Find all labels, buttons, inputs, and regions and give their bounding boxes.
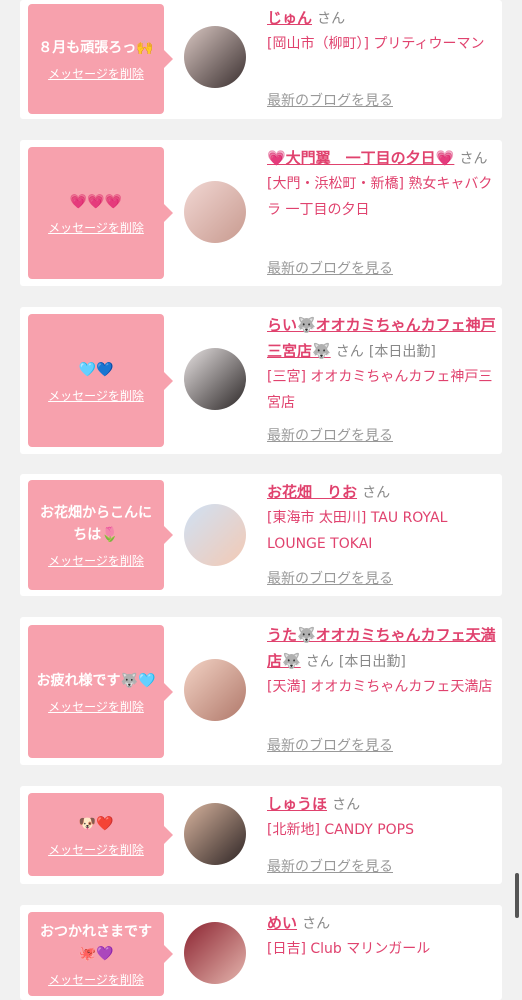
message-text: おつかれさまです🐙💜 [40, 924, 152, 962]
cast-name-link[interactable]: めい [267, 914, 297, 932]
message-text: お疲れ様です🐺🩵 [36, 672, 156, 689]
delete-message-link[interactable]: メッセージを削除 [48, 973, 144, 987]
shop-link[interactable]: [日吉] Club マリンガール [267, 936, 497, 962]
shop-link[interactable]: [大門・浜松町・新橋] 熟女キャバクラ 一丁目の夕日 [267, 171, 497, 223]
avatar[interactable] [184, 659, 246, 721]
message-bubble: 🐶❤️ メッセージを削除 [28, 793, 173, 876]
delete-message-link[interactable]: メッセージを削除 [48, 221, 144, 235]
cast-name-link[interactable]: じゅん [267, 9, 312, 27]
message-bubble: お花畑からこんにちは🌷 メッセージを削除 [28, 480, 173, 590]
delete-message-link[interactable]: メッセージを削除 [48, 389, 144, 403]
shop-link[interactable]: [北新地] CANDY POPS [267, 817, 497, 843]
latest-blog-link[interactable]: 最新のブログを見る [267, 856, 393, 876]
attendance-status: [本日出勤] [368, 344, 436, 360]
avatar[interactable] [184, 26, 246, 88]
delete-message-link[interactable]: メッセージを削除 [48, 67, 144, 81]
shop-link[interactable]: [天満] オオカミちゃんカフェ天満店 [267, 674, 497, 700]
latest-blog-link[interactable]: 最新のブログを見る [267, 425, 393, 445]
honorific: さん [459, 151, 488, 167]
latest-blog-link[interactable]: 最新のブログを見る [267, 90, 393, 110]
honorific: さん [302, 916, 331, 932]
honorific: さん [335, 344, 364, 360]
message-card: 🐶❤️ メッセージを削除 しゅうほ さん [北新地] CANDY POPS 最新… [20, 786, 502, 884]
avatar[interactable] [184, 181, 246, 243]
message-bubble: おつかれさまです🐙💜 メッセージを削除 [28, 912, 173, 996]
shop-link[interactable]: [三宮] オオカミちゃんカフェ神戸三宮店 [267, 364, 497, 416]
message-card: お疲れ様です🐺🩵 メッセージを削除 うた🐺オオカミちゃんカフェ天満店🐺 さん [… [20, 617, 502, 765]
message-text: 🐶❤️ [78, 815, 114, 832]
message-bubble: お疲れ様です🐺🩵 メッセージを削除 [28, 625, 173, 758]
latest-blog-link[interactable]: 最新のブログを見る [267, 568, 393, 588]
scrollbar[interactable] [515, 873, 519, 918]
cast-name-link[interactable]: 💗大門翼 一丁目の夕日💗 [267, 149, 454, 167]
avatar[interactable] [184, 504, 246, 566]
honorific: さん [362, 485, 391, 501]
message-text: お花畑からこんにちは🌷 [40, 505, 152, 543]
avatar[interactable] [184, 348, 246, 410]
cast-name-link[interactable]: しゅうほ [267, 795, 327, 813]
message-bubble: 🩵💙 メッセージを削除 [28, 314, 173, 447]
message-card: ８月も頑張ろっ🙌 メッセージを削除 じゅん さん [岡山市（柳町）] プリティウ… [20, 0, 502, 119]
latest-blog-link[interactable]: 最新のブログを見る [267, 735, 393, 755]
delete-message-link[interactable]: メッセージを削除 [48, 554, 144, 568]
message-text: 🩵💙 [78, 361, 114, 378]
message-card: 🩵💙 メッセージを削除 らい🐺オオカミちゃんカフェ神戸三宮店🐺 さん [本日出勤… [20, 307, 502, 454]
delete-message-link[interactable]: メッセージを削除 [48, 843, 144, 857]
cast-name-link[interactable]: お花畑 りお [267, 483, 357, 501]
shop-link[interactable]: [岡山市（柳町）] プリティウーマン [267, 31, 497, 57]
honorific: さん [305, 654, 334, 670]
message-card: おつかれさまです🐙💜 メッセージを削除 めい さん [日吉] Club マリンガ… [20, 905, 502, 1000]
honorific: さん [317, 11, 346, 27]
attendance-status: [本日出勤] [338, 654, 406, 670]
delete-message-link[interactable]: メッセージを削除 [48, 700, 144, 714]
message-text: 💗💗💗 [69, 194, 123, 210]
shop-link[interactable]: [東海市 太田川] TAU ROYAL LOUNGE TOKAI [267, 505, 497, 557]
message-bubble: ８月も頑張ろっ🙌 メッセージを削除 [28, 4, 173, 114]
message-card: お花畑からこんにちは🌷 メッセージを削除 お花畑 りお さん [東海市 太田川]… [20, 474, 502, 596]
message-card: 💗💗💗 メッセージを削除 💗大門翼 一丁目の夕日💗 さん [大門・浜松町・新橋]… [20, 140, 502, 286]
avatar[interactable] [184, 803, 246, 865]
message-bubble: 💗💗💗 メッセージを削除 [28, 147, 173, 279]
message-text: ８月も頑張ろっ🙌 [38, 40, 154, 56]
latest-blog-link[interactable]: 最新のブログを見る [267, 258, 393, 278]
avatar[interactable] [184, 922, 246, 984]
honorific: さん [332, 797, 361, 813]
